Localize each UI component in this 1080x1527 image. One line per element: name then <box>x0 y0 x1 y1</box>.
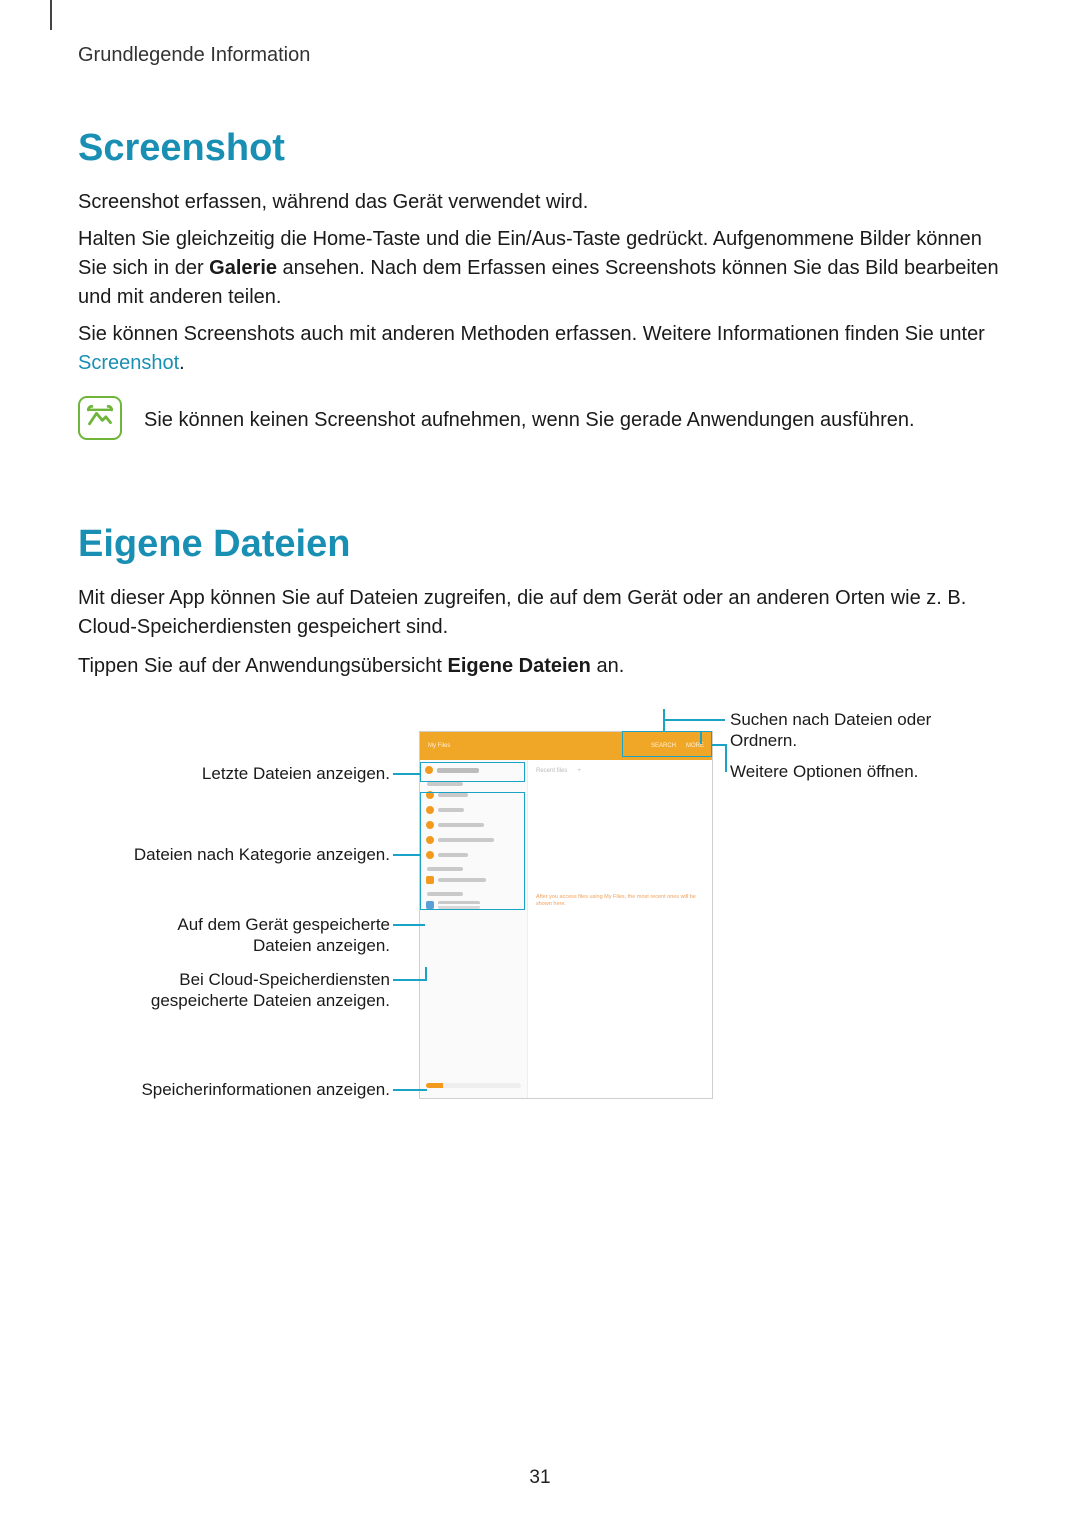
device-title: My Files <box>428 743 450 749</box>
device-mock: My Files SEARCH MORE <box>419 731 713 1099</box>
callout-storage: Speicherinformationen anzeigen. <box>100 1079 390 1100</box>
note-text: Sie können keinen Screenshot aufnehmen, … <box>144 406 915 435</box>
note-icon <box>78 396 122 440</box>
storage-meter <box>426 1083 521 1088</box>
para-files-2: Tippen Sie auf der Anwendungsübersicht E… <box>78 652 1002 681</box>
note-block: Sie können keinen Screenshot aufnehmen, … <box>78 396 1002 443</box>
diagram: My Files SEARCH MORE <box>160 709 920 1129</box>
text: Tippen Sie auf der Anwendungsübersicht <box>78 655 448 677</box>
para-files-1: Mit dieser App können Sie auf Dateien zu… <box>78 584 1002 642</box>
callout-device: Auf dem Gerät gespeicherte Dateien anzei… <box>130 914 390 957</box>
bold-eigene-dateien: Eigene Dateien <box>448 655 591 677</box>
text: Sie können Screenshots auch mit anderen … <box>78 323 985 345</box>
callout-cloud: Bei Cloud-Speicherdiensten gespeicherte … <box>130 969 390 1012</box>
breadcrumb: Grundlegende Information <box>78 44 1002 67</box>
leader-line <box>393 854 420 856</box>
link-screenshot[interactable]: Screenshot <box>78 352 179 374</box>
highlight-categories <box>420 792 525 910</box>
heading-eigene-dateien: Eigene Dateien <box>78 523 1002 566</box>
leader-line <box>425 967 427 981</box>
callout-more: Weitere Optionen öffnen. <box>730 761 960 782</box>
heading-screenshot: Screenshot <box>78 127 1002 170</box>
leader-line <box>393 773 420 775</box>
tab-recent: Recent files <box>536 768 567 774</box>
highlight-recent <box>420 762 525 782</box>
para-screenshot-1: Screenshot erfassen, während das Gerät v… <box>78 188 1002 217</box>
callout-category: Dateien nach Kategorie anzeigen. <box>100 844 390 865</box>
leader-line <box>393 1089 427 1091</box>
sidebar-section-header <box>427 782 463 786</box>
leader-line <box>700 731 702 744</box>
para-screenshot-2: Halten Sie gleichzeitig die Home-Taste u… <box>78 225 1002 312</box>
leader-line <box>393 979 425 981</box>
device-empty-hint: After you access files using My Files, t… <box>536 894 704 908</box>
page-content: Grundlegende Information Screenshot Scre… <box>0 0 1080 1129</box>
highlight-search-more <box>622 731 712 757</box>
leader-line <box>393 924 425 926</box>
bold-galerie: Galerie <box>209 257 277 279</box>
text: an. <box>591 655 624 677</box>
leader-line <box>663 719 725 721</box>
text: . <box>179 352 185 374</box>
page-number: 31 <box>0 1467 1080 1489</box>
callout-search: Suchen nach Dateien oder Ordnern. <box>730 709 960 752</box>
tab-add: + <box>577 768 581 774</box>
storage-meter-fill <box>426 1083 443 1088</box>
para-screenshot-3: Sie können Screenshots auch mit anderen … <box>78 320 1002 378</box>
device-main-pane: Recent files + After you access files us… <box>528 760 712 1098</box>
leader-line <box>725 744 727 772</box>
leader-line <box>663 709 665 731</box>
callout-recent: Letzte Dateien anzeigen. <box>130 763 390 784</box>
device-tabs: Recent files + <box>536 768 704 774</box>
leader-line <box>712 744 726 746</box>
